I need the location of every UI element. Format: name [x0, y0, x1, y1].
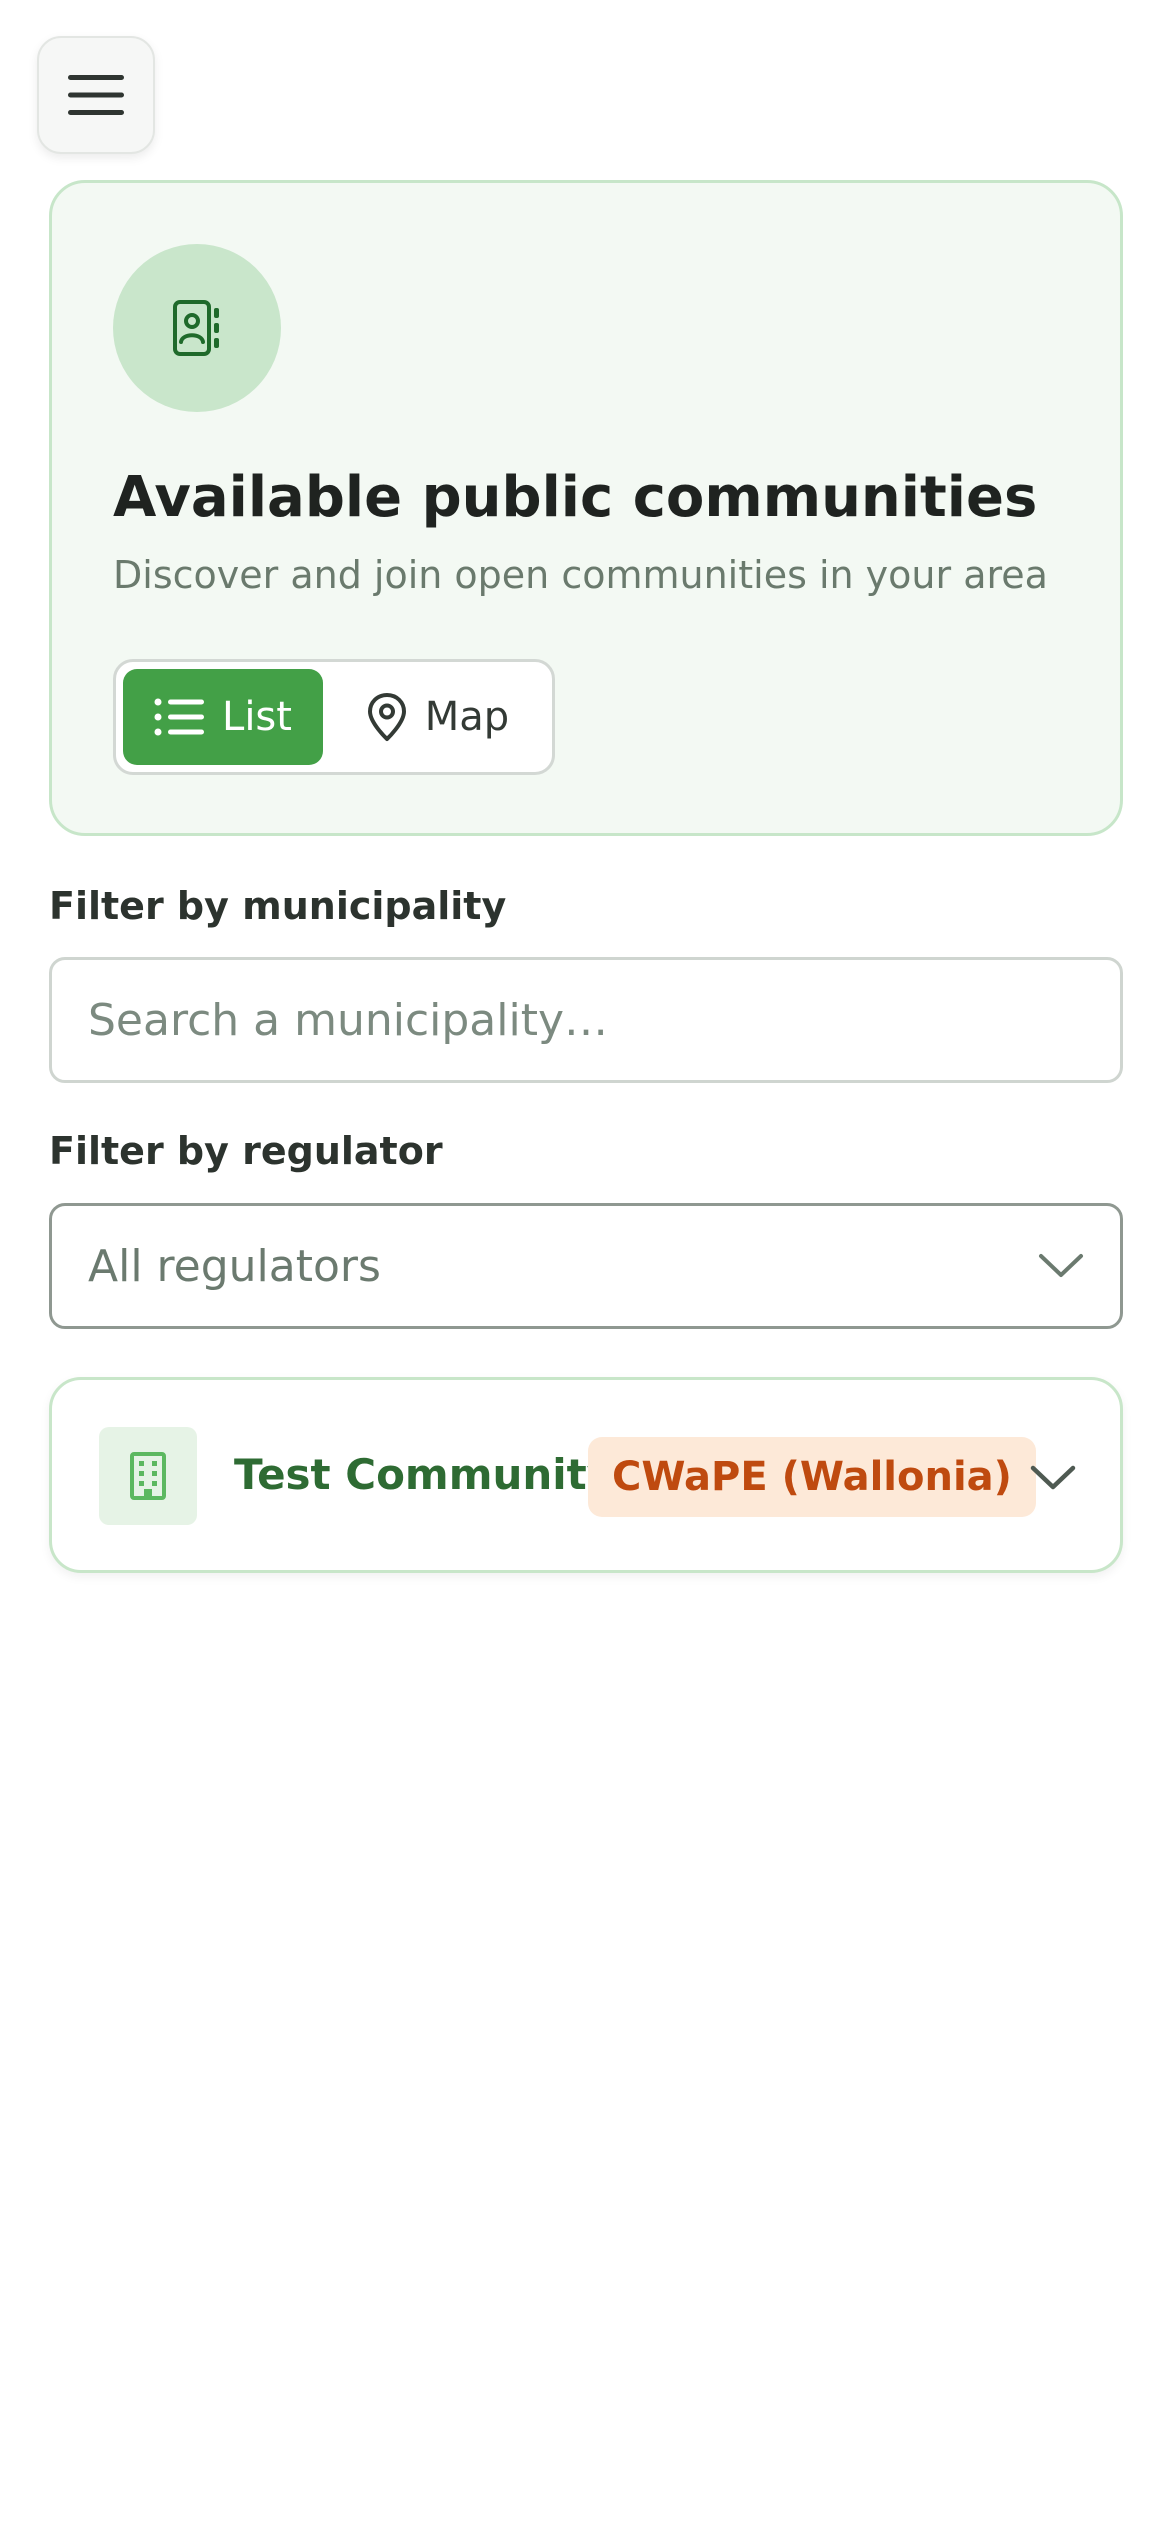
hero-icon-circle — [113, 244, 281, 412]
regulator-badge: CWaPE (Wallonia) — [588, 1437, 1036, 1517]
regulator-select-value: All regulators — [88, 1240, 381, 1292]
page-title: Available public communities — [113, 465, 1038, 530]
community-card[interactable]: Test Community CWaPE (Wallonia) — [49, 1377, 1123, 1573]
regulator-filter-label: Filter by regulator — [49, 1129, 443, 1173]
municipality-search-input[interactable] — [49, 957, 1123, 1083]
map-pin-icon — [367, 693, 406, 741]
municipality-filter-label: Filter by municipality — [49, 884, 507, 928]
map-view-button[interactable]: Map — [338, 669, 538, 765]
list-view-label: List — [222, 694, 292, 740]
view-toggle: List Map — [113, 659, 555, 775]
chevron-down-icon — [1039, 1254, 1083, 1277]
expand-community-button[interactable] — [1023, 1448, 1083, 1508]
community-name: Test Community — [234, 1450, 615, 1499]
page-subtitle: Discover and join open communities in yo… — [113, 553, 1048, 597]
building-icon — [130, 1452, 166, 1500]
chevron-down-icon — [1030, 1465, 1076, 1490]
hero-card: Available public communities Discover an… — [49, 180, 1123, 836]
map-view-label: Map — [424, 694, 510, 740]
community-icon-box — [99, 1427, 197, 1525]
contact-book-icon — [173, 300, 219, 356]
regulator-select[interactable]: All regulators — [49, 1203, 1123, 1329]
menu-button[interactable] — [37, 36, 155, 154]
hamburger-menu-icon — [68, 75, 124, 115]
list-view-button[interactable]: List — [123, 669, 323, 765]
list-icon — [154, 698, 205, 736]
